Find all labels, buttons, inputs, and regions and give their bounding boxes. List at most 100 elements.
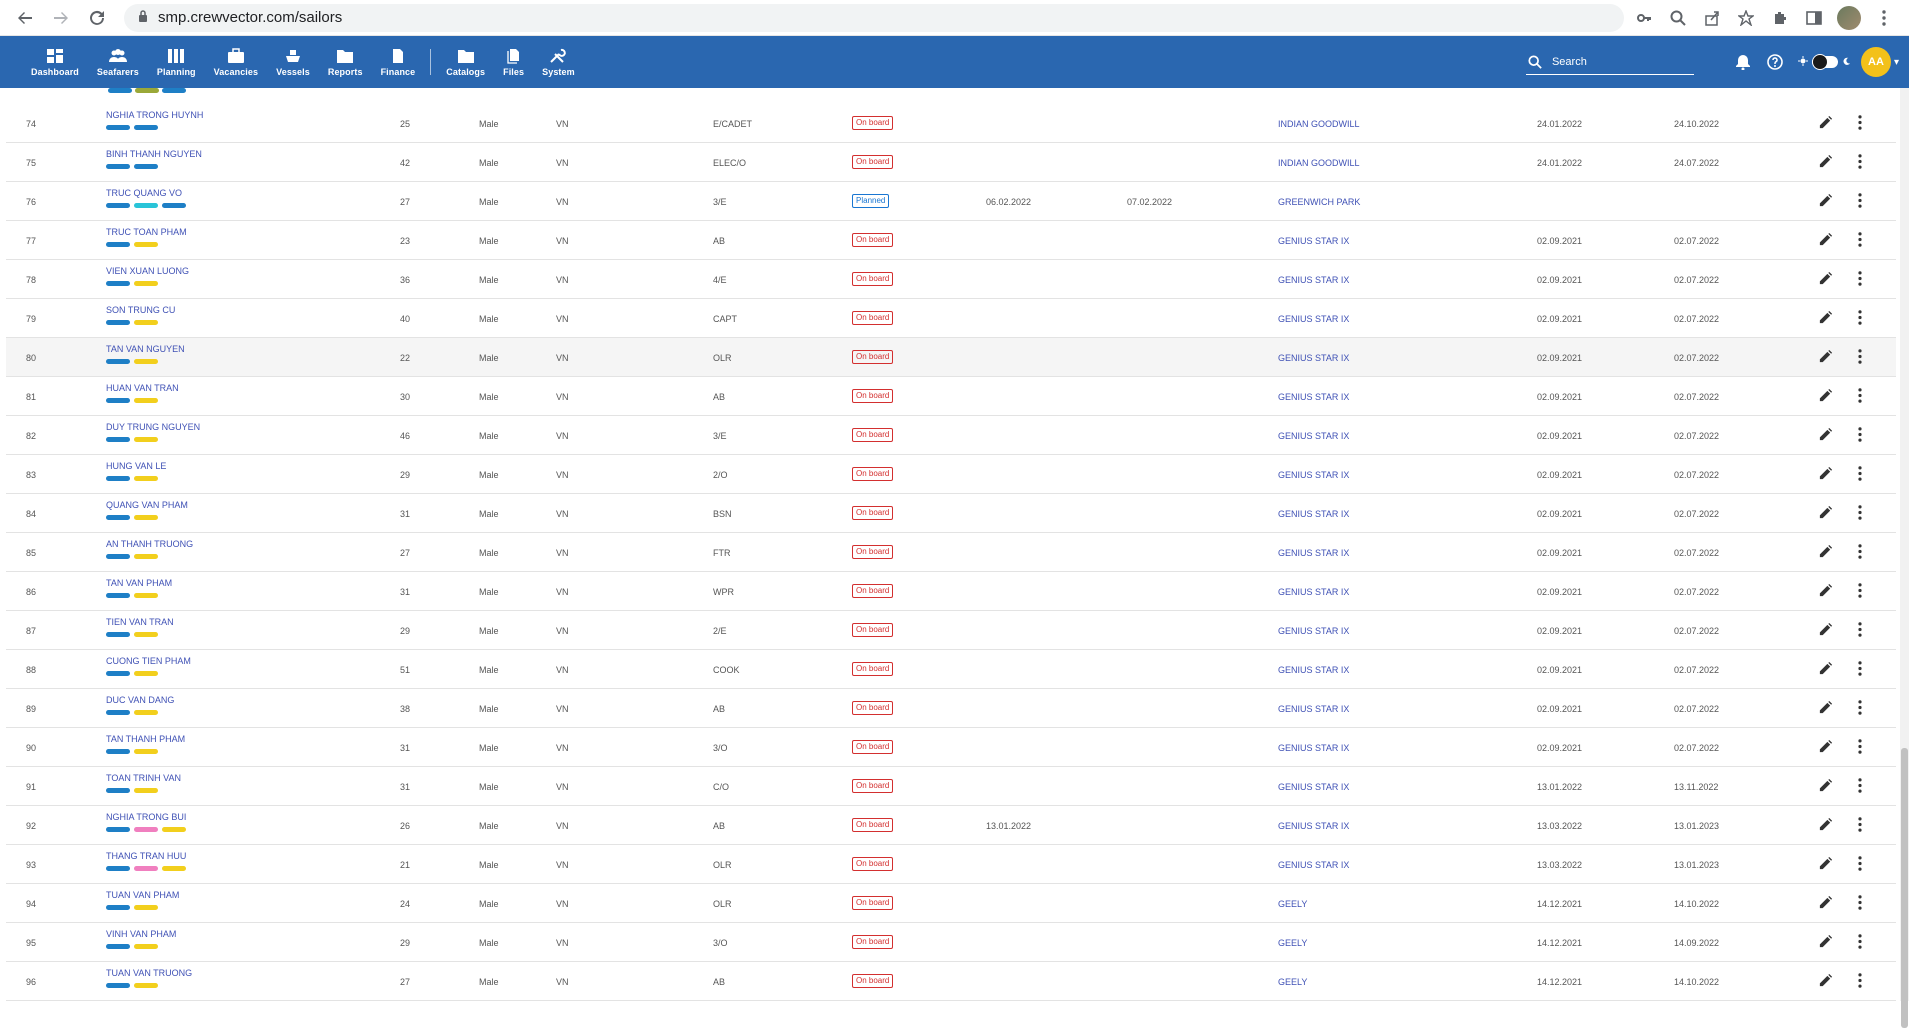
pencil-icon[interactable] (1818, 310, 1834, 326)
seafarer-name-link[interactable]: TAN VAN PHAM (106, 578, 172, 588)
more-vert-icon[interactable] (1852, 154, 1868, 170)
pencil-icon[interactable] (1818, 388, 1834, 404)
pencil-icon[interactable] (1818, 349, 1834, 365)
more-vert-icon[interactable] (1852, 271, 1868, 287)
pencil-icon[interactable] (1818, 271, 1834, 287)
more-vert-icon[interactable] (1852, 193, 1868, 209)
more-vert-icon[interactable] (1852, 427, 1868, 443)
table-row[interactable]: 89 DUC VAN DANG 38 Male VN AB On board G… (6, 689, 1896, 728)
vessel-link[interactable]: GENIUS STAR IX (1278, 431, 1349, 441)
table-row[interactable]: 78 VIEN XUAN LUONG 36 Male VN 4/E On boa… (6, 260, 1896, 299)
more-vert-icon[interactable] (1852, 388, 1868, 404)
more-vert-icon[interactable] (1852, 778, 1868, 794)
seafarer-name-link[interactable]: DUY TRUNG NGUYEN (106, 422, 200, 432)
seafarer-name-link[interactable]: AN THANH TRUONG (106, 539, 193, 549)
bell-icon[interactable] (1734, 53, 1752, 71)
vessel-link[interactable]: GENIUS STAR IX (1278, 275, 1349, 285)
theme-toggle[interactable] (1797, 53, 1851, 71)
menu-files[interactable]: Files (494, 36, 533, 88)
vessel-link[interactable]: GENIUS STAR IX (1278, 236, 1349, 246)
table-row[interactable]: 84 QUANG VAN PHAM 31 Male VN BSN On boar… (6, 494, 1896, 533)
sidepanel-icon[interactable] (1803, 7, 1825, 29)
table-row[interactable]: 96 TUAN VAN TRUONG 27 Male VN AB On boar… (6, 962, 1896, 1001)
share-icon[interactable] (1701, 7, 1723, 29)
pencil-icon[interactable] (1818, 193, 1834, 209)
vessel-link[interactable]: GENIUS STAR IX (1278, 470, 1349, 480)
more-vert-icon[interactable] (1852, 661, 1868, 677)
seafarer-name-link[interactable]: SON TRUNG CU (106, 305, 175, 315)
pencil-icon[interactable] (1818, 232, 1834, 248)
vessel-link[interactable]: GENIUS STAR IX (1278, 860, 1349, 870)
reload-icon[interactable] (86, 7, 108, 29)
table-row[interactable]: 74 NGHIA TRONG HUYNH 25 Male VN E/CADET … (6, 104, 1896, 143)
vessel-link[interactable]: GENIUS STAR IX (1278, 782, 1349, 792)
search-input[interactable] (1549, 54, 1684, 69)
seafarer-name-link[interactable]: TUAN VAN PHAM (106, 890, 179, 900)
pencil-icon[interactable] (1818, 856, 1834, 872)
table-row[interactable]: 95 VINH VAN PHAM 29 Male VN 3/O On board… (6, 923, 1896, 962)
table-row[interactable]: 75 BINH THANH NGUYEN 42 Male VN ELEC/O O… (6, 143, 1896, 182)
vessel-link[interactable]: INDIAN GOODWILL (1278, 119, 1360, 129)
vessel-link[interactable]: GENIUS STAR IX (1278, 353, 1349, 363)
pencil-icon[interactable] (1818, 583, 1834, 599)
more-vert-icon[interactable] (1852, 739, 1868, 755)
seafarer-name-link[interactable]: VIEN XUAN LUONG (106, 266, 189, 276)
pencil-icon[interactable] (1818, 778, 1834, 794)
more-vert-icon[interactable] (1852, 466, 1868, 482)
table-row[interactable]: 82 DUY TRUNG NGUYEN 46 Male VN 3/E On bo… (6, 416, 1896, 455)
vessel-link[interactable]: GENIUS STAR IX (1278, 314, 1349, 324)
table-row[interactable]: 92 NGHIA TRONG BUI 26 Male VN AB On boar… (6, 806, 1896, 845)
vessel-link[interactable]: GEELY (1278, 938, 1307, 948)
pencil-icon[interactable] (1818, 466, 1834, 482)
more-vert-icon[interactable] (1852, 583, 1868, 599)
table-row[interactable]: 86 TAN VAN PHAM 31 Male VN WPR On board … (6, 572, 1896, 611)
star-icon[interactable] (1735, 7, 1757, 29)
scrollbar-thumb[interactable] (1901, 748, 1908, 1028)
vessel-link[interactable]: GREENWICH PARK (1278, 197, 1360, 207)
menu-finance[interactable]: Finance (372, 36, 425, 88)
seafarer-name-link[interactable]: BINH THANH NGUYEN (106, 149, 202, 159)
pencil-icon[interactable] (1818, 739, 1834, 755)
more-vert-icon[interactable] (1852, 232, 1868, 248)
pencil-icon[interactable] (1818, 427, 1834, 443)
vessel-link[interactable]: GENIUS STAR IX (1278, 587, 1349, 597)
chevron-down-icon[interactable]: ▾ (1894, 57, 1899, 68)
pencil-icon[interactable] (1818, 973, 1834, 989)
seafarer-name-link[interactable]: TAN VAN NGUYEN (106, 344, 185, 354)
vessel-link[interactable]: GENIUS STAR IX (1278, 821, 1349, 831)
table-row[interactable]: 81 HUAN VAN TRAN 30 Male VN AB On board … (6, 377, 1896, 416)
more-vert-icon[interactable] (1852, 115, 1868, 131)
seafarer-name-link[interactable]: VINH VAN PHAM (106, 929, 176, 939)
seafarer-name-link[interactable]: TRUC QUANG VO (106, 188, 186, 198)
browser-menu-icon[interactable] (1873, 7, 1895, 29)
vessel-link[interactable]: GENIUS STAR IX (1278, 392, 1349, 402)
address-bar[interactable]: smp.crewvector.com/sailors (124, 3, 1624, 32)
seafarer-name-link[interactable]: HUNG VAN LE (106, 461, 166, 471)
seafarer-name-link[interactable]: NGHIA TRONG BUI (106, 812, 186, 822)
more-vert-icon[interactable] (1852, 349, 1868, 365)
seafarer-name-link[interactable]: TRUC TOAN PHAM (106, 227, 187, 237)
help-icon[interactable] (1766, 53, 1784, 71)
seafarer-name-link[interactable]: TOAN TRINH VAN (106, 773, 181, 783)
more-vert-icon[interactable] (1852, 544, 1868, 560)
menu-seafarers[interactable]: Seafarers (88, 36, 148, 88)
more-vert-icon[interactable] (1852, 817, 1868, 833)
pencil-icon[interactable] (1818, 154, 1834, 170)
seafarer-name-link[interactable]: HUAN VAN TRAN (106, 383, 179, 393)
seafarer-name-link[interactable]: TAN THANH PHAM (106, 734, 185, 744)
vessel-link[interactable]: GENIUS STAR IX (1278, 743, 1349, 753)
table-row[interactable]: 93 THANG TRAN HUU 21 Male VN OLR On boar… (6, 845, 1896, 884)
more-vert-icon[interactable] (1852, 934, 1868, 950)
table-row[interactable]: 77 TRUC TOAN PHAM 23 Male VN AB On board… (6, 221, 1896, 260)
table-row[interactable]: 87 TIEN VAN TRAN 29 Male VN 2/E On board… (6, 611, 1896, 650)
more-vert-icon[interactable] (1852, 310, 1868, 326)
pencil-icon[interactable] (1818, 622, 1834, 638)
scrollbar[interactable] (1900, 88, 1909, 1028)
table-row[interactable]: 79 SON TRUNG CU 40 Male VN CAPT On board… (6, 299, 1896, 338)
table-row[interactable]: 80 TAN VAN NGUYEN 22 Male VN OLR On boar… (6, 338, 1896, 377)
seafarer-name-link[interactable]: THANG TRAN HUU (106, 851, 186, 861)
pencil-icon[interactable] (1818, 115, 1834, 131)
seafarer-name-link[interactable]: QUANG VAN PHAM (106, 500, 188, 510)
seafarer-name-link[interactable]: CUONG TIEN PHAM (106, 656, 191, 666)
table-row[interactable]: 90 TAN THANH PHAM 31 Male VN 3/O On boar… (6, 728, 1896, 767)
